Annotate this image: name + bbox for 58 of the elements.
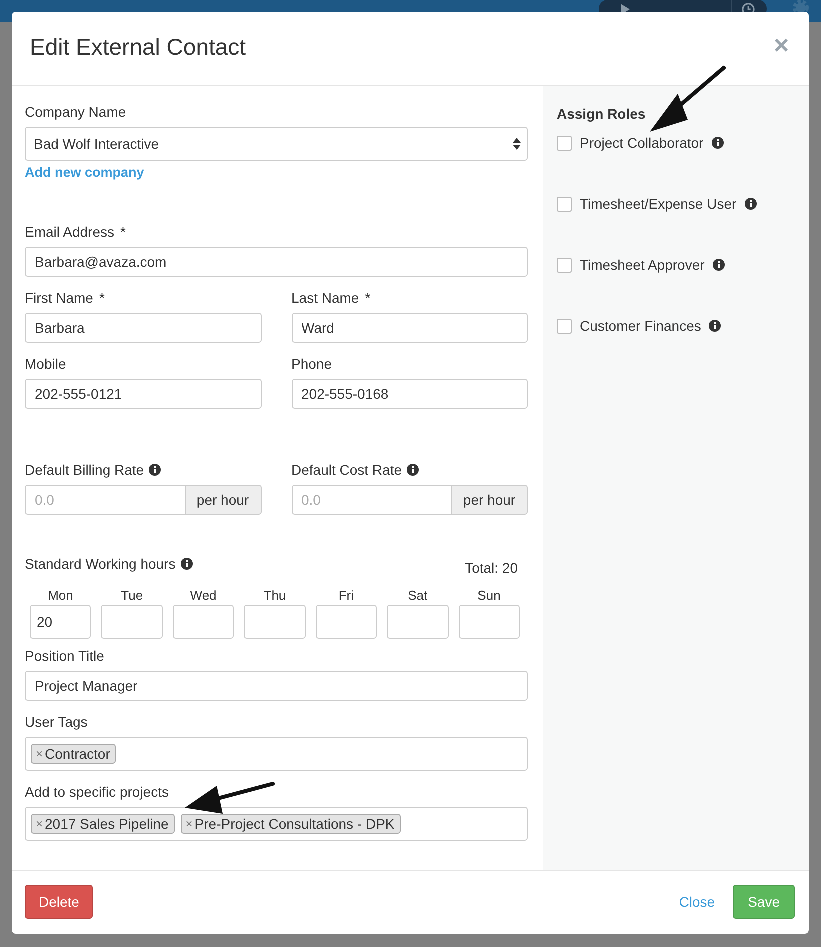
tag-chip[interactable]: ×Pre-Project Consultations - DPK <box>180 814 401 834</box>
required-mark: * <box>365 290 371 306</box>
field-label: Add to specific projects <box>25 784 169 800</box>
field-label: Default Cost Rate <box>292 462 402 478</box>
day-label: Tue <box>121 588 144 603</box>
hours-field[interactable] <box>172 605 234 639</box>
day-label: Fri <box>338 588 354 603</box>
checkbox[interactable] <box>557 196 572 212</box>
text-field[interactable]: Barbara <box>25 313 262 343</box>
required-mark: * <box>120 224 126 240</box>
text-field[interactable]: 202-555-0121 <box>25 379 262 409</box>
field-label: User Tags <box>25 714 88 730</box>
field-label: Company Name <box>25 104 126 120</box>
hours-field[interactable] <box>101 605 163 639</box>
hours-field[interactable]: 20 <box>30 605 92 639</box>
field-label: Position Title <box>25 648 104 664</box>
day-label: Sat <box>408 588 428 603</box>
text-field[interactable]: 202-555-0168 <box>292 379 528 409</box>
email-field[interactable]: Barbara@avaza.com <box>25 247 528 277</box>
field-label: Phone <box>292 356 332 372</box>
required-mark: * <box>99 290 105 306</box>
day-label: Mon <box>48 588 74 603</box>
company-select[interactable]: Bad Wolf Interactive <box>25 127 528 161</box>
hours-field[interactable] <box>458 605 520 639</box>
dialog-title: Edit External Contact <box>30 34 246 61</box>
field-label: Default Billing Rate <box>25 462 144 478</box>
rate-field[interactable]: 0.0 <box>25 485 186 515</box>
day-label: Sun <box>478 588 501 603</box>
rate-field[interactable]: 0.0 <box>292 485 452 515</box>
checkbox[interactable] <box>557 136 572 150</box>
field-label: Mobile <box>25 356 66 372</box>
unit-addon: per hour <box>452 485 528 515</box>
hours-total: Total: 20 <box>465 560 518 576</box>
checkbox[interactable] <box>557 258 572 272</box>
field-label: Last Name <box>292 290 360 306</box>
delete-button[interactable]: Delete <box>25 884 94 918</box>
tag-chip[interactable]: ×Contractor <box>31 744 116 764</box>
role-label: Customer Finances <box>580 318 702 334</box>
role-label: Timesheet Approver <box>580 257 705 273</box>
field-label: Email Address <box>25 224 114 240</box>
day-label: Wed <box>190 588 217 603</box>
hours-field[interactable] <box>387 605 449 639</box>
projects-field[interactable]: ×2017 Sales Pipeline ×Pre-Project Consultations - DPK <box>25 807 528 841</box>
role-label: Timesheet/Expense User <box>580 196 737 212</box>
text-field[interactable]: Ward <box>292 313 528 343</box>
sort-arrows-icon <box>513 138 521 150</box>
position-field[interactable]: Project Manager <box>25 671 528 701</box>
tags-field[interactable]: ×Contractor <box>25 737 528 771</box>
field-label: First Name <box>25 290 94 306</box>
role-label: Project Collaborator <box>580 135 704 151</box>
hours-field[interactable] <box>244 605 306 639</box>
section-title: Assign Roles <box>557 106 647 122</box>
tag-chip[interactable]: ×2017 Sales Pipeline <box>31 814 175 834</box>
unit-addon: per hour <box>186 485 262 515</box>
hours-field[interactable] <box>316 605 378 639</box>
day-label: Thu <box>264 588 286 603</box>
field-label: Standard Working hours <box>25 556 176 572</box>
checkbox[interactable] <box>557 318 572 334</box>
